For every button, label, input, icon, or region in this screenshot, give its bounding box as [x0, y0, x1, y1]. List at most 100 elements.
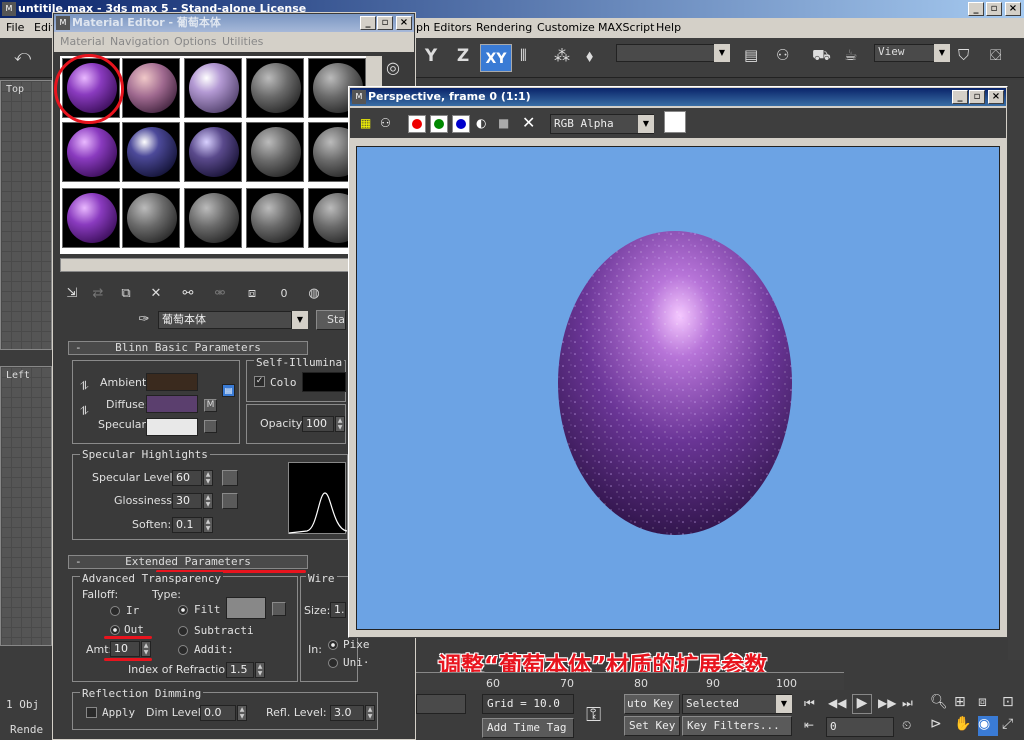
make-unique-icon[interactable]: ⚮	[210, 284, 230, 304]
me-minimize-button[interactable]: _	[360, 16, 376, 30]
diffuse-map-button[interactable]: M	[204, 399, 217, 412]
ior-spinner-arrows[interactable]: ▲ ▼	[255, 662, 265, 678]
render-minimize-button[interactable]: _	[952, 90, 968, 104]
material-name-field[interactable]: 葡萄本体	[158, 311, 292, 329]
sample-slot-14[interactable]	[246, 188, 304, 248]
axis-y-button[interactable]: Y	[418, 46, 444, 70]
soften-arrows[interactable]: ▲ ▼	[203, 517, 213, 533]
color-lock-icon[interactable]: ▤	[222, 384, 235, 397]
glossiness-map-button[interactable]	[222, 493, 238, 509]
material-name-dropdown-arrow[interactable]: ▼	[292, 311, 308, 329]
type-additive-radio[interactable]	[178, 645, 188, 655]
falloff-in-radio[interactable]	[110, 606, 120, 616]
diffuse-color-swatch[interactable]	[146, 395, 198, 413]
named-selection-arrow[interactable]: ▼	[714, 44, 730, 62]
sample-type-icon[interactable]: ◎	[386, 58, 408, 80]
viewport-top[interactable]	[0, 80, 52, 350]
soften-spinner[interactable]: 0.1	[172, 517, 202, 533]
put-to-scene-icon[interactable]: ⇄	[88, 284, 108, 304]
dim-level-spinner[interactable]: 0.0	[200, 705, 236, 721]
zoom-all-icon[interactable]: ⊞	[954, 694, 974, 714]
key-mode-toggle-icon[interactable]: ⇤	[804, 718, 824, 736]
spec-level-map-button[interactable]	[222, 470, 238, 486]
schematic-icon[interactable]: ▤	[744, 46, 768, 68]
render-close-button[interactable]: ×	[988, 90, 1004, 104]
render-scene-icon[interactable]: ⛟	[812, 46, 838, 68]
play-icon[interactable]: ▶	[852, 694, 872, 714]
sample-slot-2[interactable]	[122, 58, 180, 118]
app-close-button[interactable]: ×	[1005, 2, 1021, 16]
reset-icon[interactable]: ✕	[146, 284, 166, 304]
me-menu-material[interactable]: Material	[60, 32, 105, 52]
menu-customize[interactable]: Customize	[537, 18, 595, 38]
spec-level-spinner[interactable]: 60	[172, 470, 202, 486]
copy-material-icon[interactable]: ⚯	[178, 284, 198, 304]
menu-rendering[interactable]: Rendering	[476, 18, 532, 38]
falloff-out-radio[interactable]	[110, 625, 120, 635]
key-mode-icon[interactable]: ⚿	[586, 702, 618, 726]
add-time-tag-button[interactable]: Add Time Tag	[482, 718, 574, 738]
arc-rotate-icon[interactable]: ◉	[978, 716, 998, 736]
fov-icon[interactable]: ⊳	[930, 716, 950, 736]
sample-slot-11[interactable]	[62, 188, 120, 248]
quick-render-2-icon[interactable]: ⛉	[958, 46, 982, 68]
opacity-spinner-arrows[interactable]: ▲ ▼	[335, 416, 345, 432]
sample-slot-6[interactable]	[62, 122, 120, 182]
me-close-button[interactable]: ×	[396, 16, 412, 30]
wire-units-radio[interactable]	[328, 658, 338, 668]
app-minimize-button[interactable]: _	[968, 2, 984, 16]
get-material-icon[interactable]: ⇲	[62, 284, 82, 304]
next-frame-icon[interactable]: ▶▶	[878, 696, 898, 714]
clear-icon[interactable]: ✕	[522, 114, 540, 132]
channel-dropdown-arrow[interactable]: ▼	[638, 115, 654, 133]
zoom-extents-icon[interactable]: ⧈	[978, 694, 998, 714]
save-bitmap-icon[interactable]: ▦	[360, 116, 374, 130]
effects-channel-button[interactable]: 0	[274, 284, 294, 304]
mirror-icon[interactable]: ⫴	[520, 46, 546, 70]
extended-rollout-header[interactable]: - Extended Parameters	[68, 555, 308, 569]
menu-graph-editors[interactable]: ph Editors	[416, 18, 472, 38]
specular-color-swatch[interactable]	[146, 418, 198, 436]
put-to-library-icon[interactable]: ⧈	[242, 284, 262, 304]
opacity-spinner[interactable]: 100	[302, 416, 334, 432]
render-maximize-button[interactable]: ▫	[969, 90, 985, 104]
type-subtractive-radio[interactable]	[178, 626, 188, 636]
viewport-left[interactable]	[0, 366, 52, 646]
named-selection-dropdown[interactable]	[616, 44, 730, 62]
filter-map-button[interactable]	[272, 602, 286, 616]
glossiness-arrows[interactable]: ▲ ▼	[203, 493, 213, 509]
mono-icon[interactable]: ■	[498, 116, 512, 130]
blinn-rollout-header[interactable]: - Blinn Basic Parameters	[68, 341, 308, 355]
wire-size-spinner[interactable]: 1.	[330, 602, 346, 618]
array-icon[interactable]: ⁂	[554, 46, 580, 70]
sample-slot-13[interactable]	[184, 188, 242, 248]
blue-channel-button[interactable]	[452, 115, 470, 133]
me-maximize-button[interactable]: ▫	[377, 16, 393, 30]
me-menu-options[interactable]: Options	[174, 32, 216, 52]
menu-maxscript[interactable]: MAXScript	[598, 18, 654, 38]
ambient-color-swatch[interactable]	[146, 373, 198, 391]
me-menu-utilities[interactable]: Utilities	[222, 32, 263, 52]
eyedropper-icon[interactable]: ✑	[134, 310, 154, 330]
sample-slot-7[interactable]	[122, 122, 180, 182]
axis-z-button[interactable]: Z	[450, 46, 476, 70]
time-config-icon[interactable]: ⏲	[902, 718, 922, 736]
color-sample-swatch[interactable]	[664, 111, 686, 133]
dim-level-arrows[interactable]: ▲ ▼	[237, 705, 247, 721]
refl-level-spinner[interactable]: 3.0	[330, 705, 364, 721]
specular-map-button[interactable]	[204, 420, 217, 433]
sample-slot-12[interactable]	[122, 188, 180, 248]
zoom-icon[interactable]: 🔍︎	[930, 694, 950, 714]
type-filter-radio[interactable]	[178, 605, 188, 615]
axis-xy-button[interactable]: XY	[480, 44, 512, 72]
reflection-apply-checkbox[interactable]	[86, 707, 97, 718]
goto-start-icon[interactable]: ⏮	[804, 696, 824, 714]
sample-slot-3[interactable]	[184, 58, 242, 118]
sample-slot-8[interactable]	[184, 122, 242, 182]
menu-help[interactable]: Help	[656, 18, 681, 38]
assign-material-icon[interactable]: ⧉	[116, 284, 136, 304]
material-editor-icon[interactable]: ⚇	[776, 46, 800, 68]
diffuse-lock-icon[interactable]: ⥮	[80, 404, 92, 418]
glossiness-spinner[interactable]: 30	[172, 493, 202, 509]
material-type-button[interactable]: Sta	[316, 310, 346, 330]
